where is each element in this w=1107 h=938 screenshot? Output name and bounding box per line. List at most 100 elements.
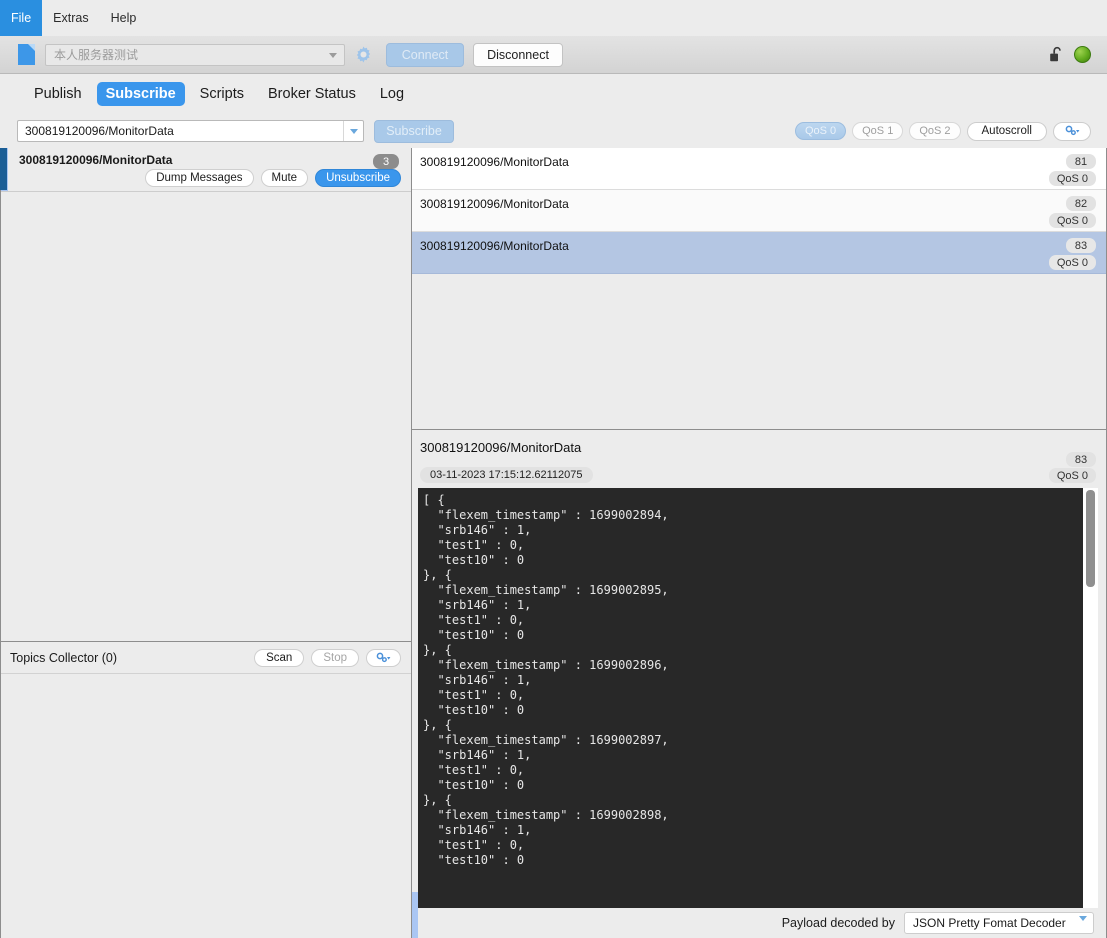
disconnect-button[interactable]: Disconnect [473,42,563,67]
qos-2-label: QoS 2 [919,125,951,137]
tab-broker-status-label: Broker Status [268,86,356,102]
menu-item-extras[interactable]: Extras [42,0,99,36]
message-id-badge: 81 [1066,154,1096,169]
connect-button-label: Connect [401,47,449,62]
payload-decoder-select[interactable]: JSON Pretty Fomat Decoder [904,912,1094,938]
qos-0-label: QoS 0 [804,125,837,137]
message-topic: 300819120096/MonitorData [420,239,569,253]
disconnect-button-label: Disconnect [487,47,549,62]
tab-publish[interactable]: Publish [25,82,91,106]
topics-collector-header: Topics Collector (0) Scan Stop [1,642,411,674]
unsubscribe-label: Unsubscribe [326,172,390,184]
settings-dropdown-icon [376,652,391,662]
unlocked-padlock-icon[interactable] [1049,46,1065,63]
menu-item-file[interactable]: File [0,0,43,36]
mute-label: Mute [271,172,298,184]
scan-button[interactable]: Scan [254,648,305,667]
dump-messages-button[interactable]: Dump Messages [145,169,254,187]
unsubscribe-button[interactable]: Unsubscribe [315,169,401,187]
topics-collector-panel: Topics Collector (0) Scan Stop [1,642,411,938]
stop-label: Stop [323,651,347,664]
connect-button[interactable]: Connect [386,42,464,67]
broker-profile-select[interactable]: 本人服务器测试 [45,43,345,66]
tab-log[interactable]: Log [371,82,413,106]
payload-decoder-value: JSON Pretty Fomat Decoder [913,916,1066,930]
message-detail-pane: 300819120096/MonitorData 03-11-2023 17:1… [412,430,1106,938]
chevron-down-icon [329,52,337,58]
topics-collector-body [1,674,411,938]
autoscroll-label: Autoscroll [981,125,1033,137]
gear-icon [356,46,371,63]
stop-button[interactable]: Stop [311,648,359,667]
tab-publish-label: Publish [34,86,82,102]
connection-toolbar: 本人服务器测试 Connect Disconnect [0,36,1107,74]
subscription-item[interactable]: 300819120096/MonitorData 3 Dump Messages… [1,148,411,192]
main-tab-bar: Publish Subscribe Scripts Broker Status … [0,74,1107,114]
messages-pane: 300819120096/MonitorData 81 QoS 0 300819… [412,148,1107,938]
chevron-down-icon [349,128,358,134]
subscribe-button-label: Subscribe [386,124,442,138]
message-qos-badge: QoS 0 [1048,255,1096,270]
pane-bottom-accent-strip [412,892,418,938]
payload-viewer: [ { "flexem_timestamp" : 1699002894, "sr… [418,488,1098,908]
tab-log-label: Log [379,86,405,102]
connection-status [1049,46,1097,63]
file-icon [18,44,35,65]
chevron-down-glyph [1079,916,1087,938]
chevron-down-icon [1079,916,1087,938]
menu-item-file-label: File [11,11,32,25]
message-list: 300819120096/MonitorData 81 QoS 0 300819… [412,148,1106,430]
payload-scrollbar[interactable] [1083,488,1098,908]
qos-0-button[interactable]: QoS 0 [794,122,847,140]
tab-broker-status[interactable]: Broker Status [259,82,365,106]
message-row[interactable]: 300819120096/MonitorData 81 QoS 0 [412,148,1106,190]
scan-label: Scan [266,651,293,664]
payload-text[interactable]: [ { "flexem_timestamp" : 1699002894, "sr… [418,488,1083,908]
subscribe-toolbar: 300819120096/MonitorData Subscribe QoS 0… [0,114,1107,148]
message-detail-topic: 300819120096/MonitorData [420,440,582,455]
message-row[interactable]: 300819120096/MonitorData 82 QoS 0 [412,190,1106,232]
tab-scripts-label: Scripts [199,86,244,102]
message-topic: 300819120096/MonitorData [420,197,569,211]
topics-collector-options-button[interactable] [366,648,401,667]
broker-settings-button[interactable] [351,42,376,67]
subscriptions-pane: 300819120096/MonitorData 3 Dump Messages… [0,148,412,938]
message-row-selected[interactable]: 300819120096/MonitorData 83 QoS 0 [412,232,1106,274]
payload-decoder-bar: Payload decoded by JSON Pretty Fomat Dec… [412,908,1106,938]
mqtt-client-window: File Extras Help 本人服务器测试 Connect Disconn… [0,0,1107,938]
qos-1-button[interactable]: QoS 1 [852,122,904,140]
topics-collector-actions: Scan Stop [254,648,401,667]
menu-bar: File Extras Help [0,0,1107,36]
message-id-badge: 82 [1066,196,1096,211]
menu-item-help[interactable]: Help [100,0,148,36]
message-topic: 300819120096/MonitorData [420,155,569,169]
subscribe-button[interactable]: Subscribe [374,119,454,143]
menu-item-help-label: Help [110,11,137,25]
qos-2-button[interactable]: QoS 2 [909,122,961,140]
settings-dropdown-icon [1065,125,1079,136]
subscribe-options-button[interactable] [1053,121,1091,141]
autoscroll-toggle[interactable]: Autoscroll [966,121,1047,141]
message-detail-timestamp: 03-11-2023 17:15:12.62112075 [420,467,593,483]
payload-decoder-label: Payload decoded by [781,916,895,930]
topic-input-value: 300819120096/MonitorData [25,124,174,138]
topic-dropdown-button[interactable] [343,121,363,141]
qos-1-label: QoS 1 [862,125,894,137]
topics-collector-title: Topics Collector (0) [10,650,117,665]
message-detail-header: 300819120096/MonitorData 03-11-2023 17:1… [412,430,1106,488]
tab-scripts[interactable]: Scripts [191,82,253,106]
mute-button[interactable]: Mute [260,169,309,187]
tab-subscribe[interactable]: Subscribe [96,82,185,106]
message-qos-badge: QoS 0 [1048,171,1096,186]
connection-status-indicator [1074,46,1091,63]
tab-subscribe-label: Subscribe [105,86,176,102]
message-id-badge: 83 [1066,238,1096,253]
payload-scrollbar-thumb[interactable] [1086,490,1095,587]
menu-item-extras-label: Extras [53,11,89,25]
main-content: 300819120096/MonitorData 3 Dump Messages… [0,148,1107,938]
subscription-list: 300819120096/MonitorData 3 Dump Messages… [1,148,411,642]
message-detail-qos-badge: QoS 0 [1048,468,1096,483]
dump-messages-label: Dump Messages [156,172,243,184]
topic-input[interactable]: 300819120096/MonitorData [17,120,364,142]
subscription-topic: 300819120096/MonitorData [19,153,173,167]
